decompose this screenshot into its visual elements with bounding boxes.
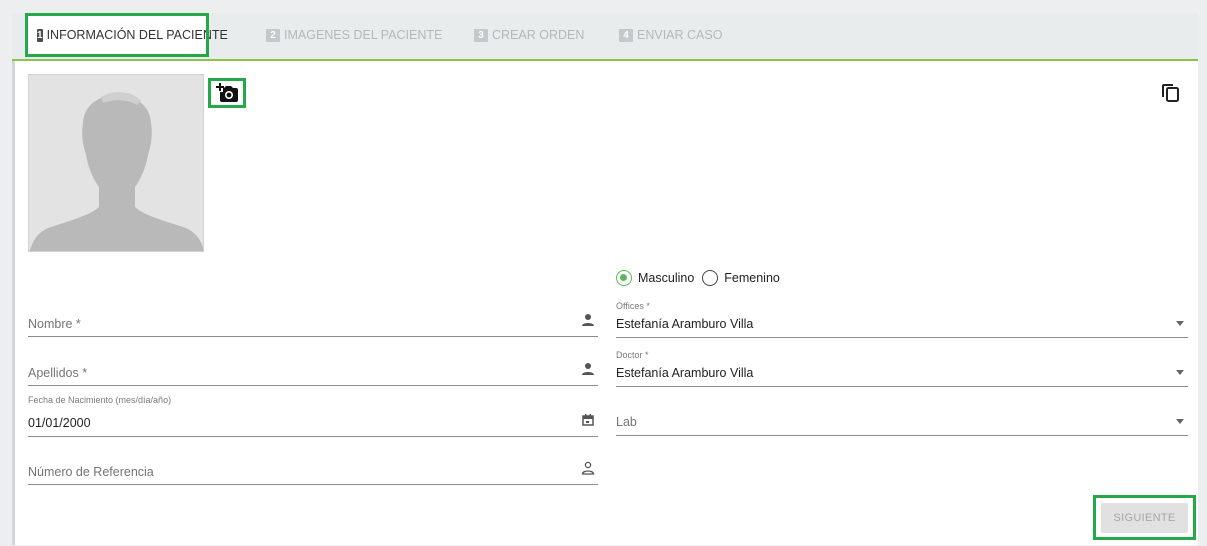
birth-date-label: Fecha de Nacimiento (mes/día/año) <box>28 395 172 405</box>
person-icon <box>582 363 594 375</box>
tab-send-case[interactable]: 4 ENVIAR CASO <box>619 13 722 57</box>
tab-patient-images[interactable]: 2 IMAGENES DEL PACIENTE <box>266 13 442 57</box>
step-number: 2 <box>266 28 280 42</box>
reference-number-field[interactable]: Número de Referencia <box>28 443 598 485</box>
last-name-field[interactable]: Apellidos * <box>28 344 598 386</box>
add-photo-camera-icon <box>216 83 238 102</box>
first-name-placeholder: Nombre * <box>28 317 81 331</box>
copy-button[interactable] <box>1160 81 1182 103</box>
radio-femenino-label: Femenino <box>724 271 780 285</box>
calendar-icon[interactable] <box>581 413 595 427</box>
radio-masculino[interactable] <box>616 270 632 286</box>
step-number: 3 <box>474 28 488 42</box>
offices-value: Estefanía Aramburo Villa <box>616 317 754 331</box>
copy-icon <box>1162 84 1179 102</box>
patient-photo <box>28 74 204 252</box>
person-outline-icon <box>581 461 595 475</box>
lab-placeholder: Lab <box>616 415 637 429</box>
lab-select[interactable]: Lab <box>616 394 1188 436</box>
birth-date-field[interactable]: Fecha de Nacimiento (mes/día/año) 01/01/… <box>28 395 598 437</box>
radio-femenino[interactable] <box>702 270 719 286</box>
tab-patient-information[interactable]: 1 INFORMACIÓN DEL PACIENTE <box>25 13 228 57</box>
wizard-steps: 1 INFORMACIÓN DEL PACIENTE 2 IMAGENES DE… <box>12 13 1198 61</box>
step-number: 4 <box>619 28 633 42</box>
tab-label: CREAR ORDEN <box>492 28 585 42</box>
tab-label: IMAGENES DEL PACIENTE <box>284 28 443 42</box>
next-button-label: SIGUIENTE <box>1101 502 1188 533</box>
offices-label: Offices * <box>616 301 650 311</box>
add-photo-button[interactable] <box>208 78 246 108</box>
step-number: 1 <box>37 28 43 42</box>
tab-label: INFORMACIÓN DEL PACIENTE <box>46 28 228 42</box>
next-button[interactable]: SIGUIENTE <box>1093 495 1196 540</box>
tab-label: ENVIAR CASO <box>637 28 723 42</box>
gender-radio-group: Masculino Femenino <box>616 268 780 288</box>
radio-masculino-label: Masculino <box>638 271 695 285</box>
doctor-value: Estefanía Aramburo Villa <box>616 366 754 380</box>
offices-select[interactable]: Offices * Estefanía Aramburo Villa <box>616 296 1188 338</box>
first-name-field[interactable]: Nombre * <box>28 295 598 337</box>
reference-number-placeholder: Número de Referencia <box>28 465 154 479</box>
tab-create-order[interactable]: 3 CREAR ORDEN <box>474 13 584 57</box>
chevron-down-icon <box>1176 370 1184 375</box>
person-silhouette-icon <box>29 92 203 251</box>
birth-date-value: 01/01/2000 <box>28 416 91 430</box>
doctor-select[interactable]: Doctor * Estefanía Aramburo Villa <box>616 345 1188 387</box>
chevron-down-icon <box>1176 419 1184 424</box>
chevron-down-icon <box>1176 321 1184 326</box>
person-icon <box>582 314 594 326</box>
last-name-placeholder: Apellidos * <box>28 366 88 380</box>
doctor-label: Doctor * <box>616 350 649 360</box>
